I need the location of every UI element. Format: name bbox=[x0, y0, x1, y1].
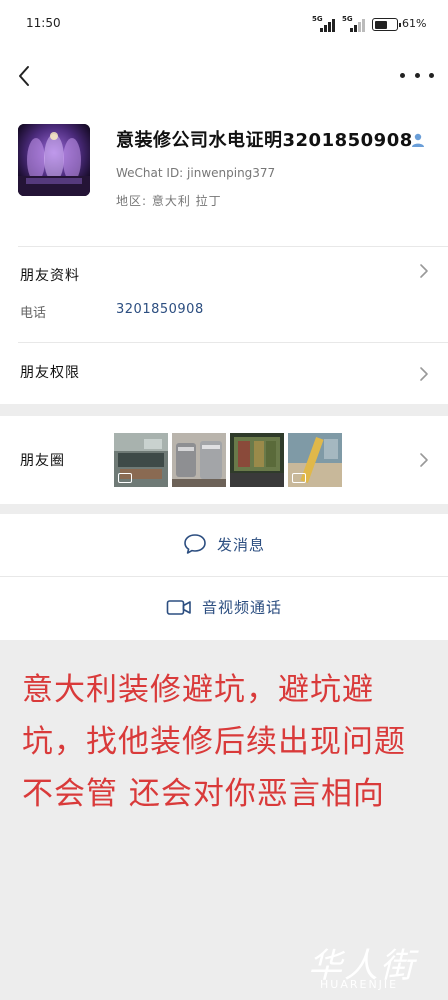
phone-value[interactable]: 3201850908 bbox=[116, 302, 204, 317]
send-message-button[interactable]: 发消息 bbox=[0, 514, 448, 574]
chevron-right-icon bbox=[420, 264, 428, 278]
watermark-logo: 华人街 HUARENJIE bbox=[300, 938, 440, 1000]
back-button[interactable] bbox=[12, 61, 40, 91]
status-bar: 11:50 5G 5G 61% bbox=[0, 0, 448, 50]
video-icon bbox=[118, 473, 132, 483]
moments-thumbnail bbox=[288, 433, 342, 487]
person-icon bbox=[412, 133, 424, 147]
friend-permissions-label: 朋友权限 bbox=[20, 365, 80, 381]
overlay-warning-text: 意大利装修避坑，避坑避坑，找他装修后续出现问题不会管 还会对你恶言相向 bbox=[22, 672, 406, 812]
divider bbox=[18, 246, 448, 247]
more-dot-icon bbox=[400, 72, 405, 78]
nav-bar bbox=[0, 55, 448, 99]
avatar[interactable] bbox=[18, 124, 90, 196]
region: 地区: 意大利 拉丁 bbox=[116, 194, 222, 208]
video-camera-icon bbox=[166, 599, 191, 615]
divider bbox=[18, 342, 448, 343]
moments-thumbnail bbox=[172, 433, 226, 487]
more-dot-icon bbox=[414, 72, 420, 78]
friend-info-label: 朋友资料 bbox=[20, 268, 80, 284]
status-time: 11:50 bbox=[26, 16, 61, 30]
moments-label: 朋友圈 bbox=[20, 453, 65, 469]
video-icon bbox=[292, 473, 306, 483]
chat-bubble-icon bbox=[184, 534, 206, 554]
video-call-label: 音视频通话 bbox=[201, 598, 283, 617]
more-dot-icon bbox=[429, 72, 434, 78]
signal-2-icon: 5G bbox=[342, 15, 365, 32]
profile-name: 意装修公司水电证明3201850908 bbox=[116, 130, 413, 151]
profile-header: 意装修公司水电证明3201850908 WeChat ID: jinwenpin… bbox=[0, 110, 448, 246]
more-button[interactable] bbox=[400, 65, 434, 85]
overlay-area: 意大利装修避坑，避坑避坑，找他装修后续出现问题不会管 还会对你恶言相向 华人街 … bbox=[0, 640, 448, 1000]
chevron-left-icon bbox=[19, 66, 29, 86]
battery-icon bbox=[372, 18, 401, 31]
chevron-right-icon bbox=[420, 367, 428, 381]
section-gap bbox=[0, 504, 448, 514]
battery-percent: 61% bbox=[402, 17, 427, 30]
moments-thumbnail bbox=[230, 433, 284, 487]
send-message-label: 发消息 bbox=[216, 535, 266, 554]
signal-1-icon: 5G bbox=[312, 15, 335, 32]
chevron-right-icon bbox=[420, 453, 428, 467]
watermark-sub: HUARENJIE bbox=[320, 978, 399, 991]
phone-label: 电话 bbox=[20, 306, 47, 321]
video-call-button[interactable]: 音视频通话 bbox=[0, 577, 448, 637]
section-gap bbox=[0, 404, 448, 416]
wechat-id: WeChat ID: jinwenping377 bbox=[116, 166, 276, 180]
moments-thumbnail bbox=[114, 433, 168, 487]
